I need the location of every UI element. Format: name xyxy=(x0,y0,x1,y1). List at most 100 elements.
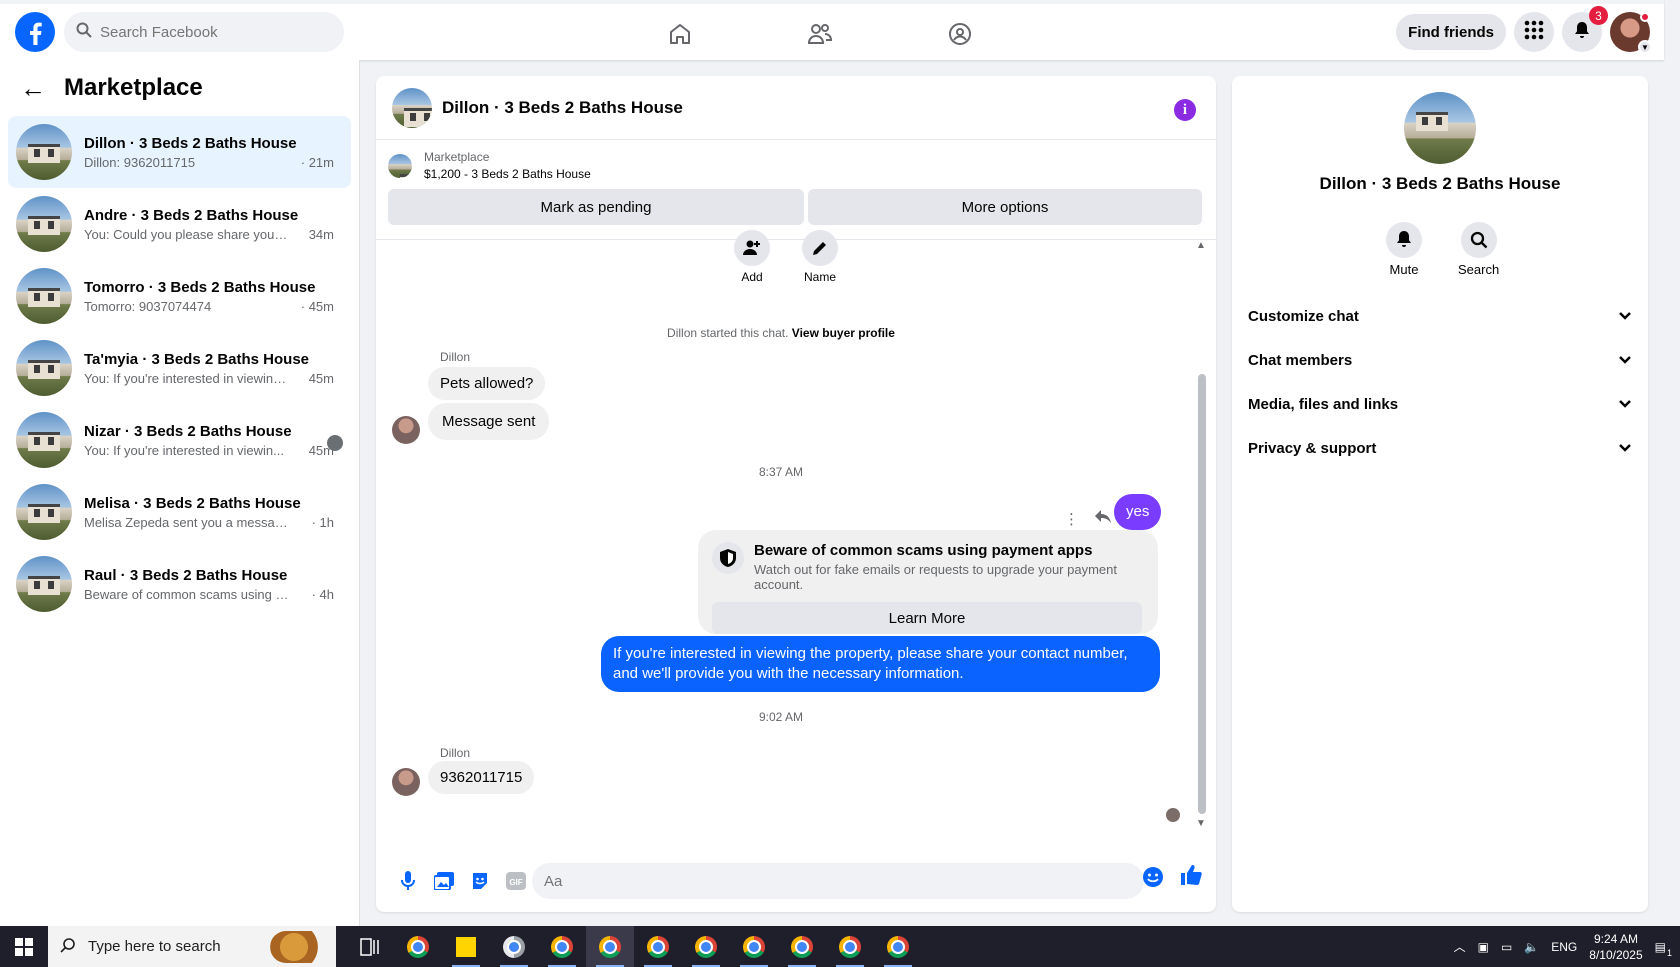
message-input[interactable] xyxy=(532,863,1144,899)
reply-icon[interactable] xyxy=(1095,510,1111,528)
sender-name: Dillon xyxy=(440,350,471,364)
listing-price-title[interactable]: $1,200 - 3 Beds 2 Baths House xyxy=(424,167,591,181)
photo-icon[interactable] xyxy=(426,863,462,899)
conversation-item[interactable]: Ta'myia · 3 Beds 2 Baths House You: If yo… xyxy=(8,332,351,404)
conversation-item[interactable]: Dillon · 3 Beds 2 Baths House Dillon: 936… xyxy=(8,116,351,188)
search-chat-button[interactable]: Search xyxy=(1458,222,1499,277)
sticky-notes-taskbar-icon[interactable] xyxy=(442,926,490,967)
search-icon xyxy=(76,22,92,43)
conversation-item[interactable]: Tomorro · 3 Beds 2 Baths House Tomorro: 9… xyxy=(8,260,351,332)
volume-icon[interactable]: 🔈 xyxy=(1524,940,1539,954)
windows-start-icon[interactable] xyxy=(0,926,48,967)
search-input[interactable] xyxy=(100,23,320,41)
chrome-profile-taskbar-icon[interactable] xyxy=(538,926,586,967)
scroll-up-arrow-icon[interactable]: ▲ xyxy=(1196,240,1206,251)
incoming-message[interactable]: Message sent xyxy=(428,403,550,440)
more-options-button[interactable]: More options xyxy=(808,189,1202,225)
edit-name-button[interactable]: Name xyxy=(802,230,838,284)
bell-icon xyxy=(1386,222,1422,258)
outgoing-message[interactable]: yes xyxy=(1114,494,1162,530)
show-hidden-icons-chevron-icon[interactable]: ︿ xyxy=(1454,938,1466,955)
shield-icon xyxy=(712,542,744,574)
info-menu-item[interactable]: Media, files and links xyxy=(1232,382,1648,426)
info-menu-label: Chat members xyxy=(1248,351,1353,369)
task-view-icon[interactable] xyxy=(346,926,394,967)
facebook-logo-icon[interactable] xyxy=(15,12,55,52)
clock-time: 9:24 AM xyxy=(1593,931,1638,946)
notifications-button[interactable]: 3 xyxy=(1562,6,1608,52)
listing-thumbnail[interactable] xyxy=(392,87,432,128)
microphone-icon[interactable] xyxy=(390,863,426,899)
app-taskbar-icon[interactable] xyxy=(490,926,538,967)
taskbar-clock[interactable]: 9:24 AM 8/10/2025 xyxy=(1589,931,1642,963)
conversation-item[interactable]: Raul · 3 Beds 2 Baths House Beware of com… xyxy=(8,548,351,620)
chrome-profile-taskbar-icon[interactable] xyxy=(826,926,874,967)
chrome-active-taskbar-icon[interactable] xyxy=(586,926,634,967)
emoji-icon[interactable] xyxy=(1142,866,1164,893)
friends-icon[interactable] xyxy=(796,14,844,54)
search-label: Search xyxy=(1458,262,1500,277)
info-menu-item[interactable]: Privacy & support xyxy=(1232,426,1648,470)
chrome-icon xyxy=(551,935,573,958)
scroll-thumb[interactable] xyxy=(1198,374,1206,814)
chevron-down-icon xyxy=(1618,396,1632,412)
info-menu-item[interactable]: Chat members xyxy=(1232,338,1648,382)
listing-source: Marketplace xyxy=(424,150,490,164)
taskbar-search-box[interactable]: Type here to search xyxy=(48,926,336,967)
profile-avatar[interactable]: ▼ xyxy=(1610,12,1652,54)
sender-avatar[interactable] xyxy=(392,416,420,444)
chevron-down-icon xyxy=(1618,440,1632,456)
system-tray: ︿ ▣ ▭ 🔈 ENG 9:24 AM 8/10/2025 ▤ 1 xyxy=(1454,926,1680,967)
chrome-profile-taskbar-icon[interactable] xyxy=(778,926,826,967)
conversation-avatar xyxy=(16,268,72,324)
sender-avatar[interactable] xyxy=(392,768,420,796)
gif-icon[interactable]: GIF xyxy=(498,863,534,899)
outgoing-message[interactable]: If you're interested in viewing the prop… xyxy=(601,636,1160,692)
menu-grid-button[interactable] xyxy=(1514,12,1554,52)
conversation-time: · 1h xyxy=(311,514,334,530)
network-icon[interactable]: ▭ xyxy=(1501,940,1512,954)
sticker-icon[interactable] xyxy=(462,863,498,899)
chrome-profile-taskbar-icon[interactable] xyxy=(730,926,778,967)
search-bar[interactable] xyxy=(64,12,344,52)
conversation-preview: Tomorro: 9037074474 xyxy=(84,298,212,314)
mute-button[interactable]: Mute xyxy=(1386,222,1422,277)
add-people-button[interactable]: Add xyxy=(734,230,770,284)
scroll-down-arrow-icon[interactable]: ▼ xyxy=(1196,818,1206,829)
conversation-preview: Beware of common scams using pay... xyxy=(84,586,289,602)
conversation-item[interactable]: Melisa · 3 Beds 2 Baths House Melisa Zepe… xyxy=(8,476,351,548)
search-icon xyxy=(1460,222,1497,258)
chrome-icon xyxy=(647,935,669,958)
chrome-profile-taskbar-icon[interactable] xyxy=(634,926,682,967)
info-menu-item[interactable]: Customize chat xyxy=(1232,294,1648,338)
chrome-icon xyxy=(599,935,621,958)
chrome-icon xyxy=(407,935,429,958)
info-icon[interactable]: i xyxy=(1174,99,1196,121)
groups-icon[interactable] xyxy=(936,14,984,54)
chat-title[interactable]: Dillon · 3 Beds 2 Baths House xyxy=(442,98,683,118)
chrome-taskbar-icon[interactable] xyxy=(394,926,442,967)
more-actions-icon[interactable]: ⋮ xyxy=(1064,510,1079,528)
learn-more-button[interactable]: Learn More xyxy=(712,602,1142,634)
home-icon[interactable] xyxy=(656,14,704,54)
device-icon[interactable]: ▣ xyxy=(1478,940,1489,954)
incoming-message[interactable]: 9362011715 xyxy=(428,761,535,794)
action-center-icon[interactable]: ▤ 1 xyxy=(1655,940,1672,958)
conversation-item[interactable]: Andre · 3 Beds 2 Baths House You: Could y… xyxy=(8,188,351,260)
chrome-profile-taskbar-icon[interactable] xyxy=(874,926,922,967)
listing-avatar[interactable] xyxy=(1404,92,1476,164)
started-text: Dillon started this chat. xyxy=(667,326,789,340)
message-scrollbar[interactable]: ▲ ▼ xyxy=(1196,240,1206,830)
thumbs-up-icon[interactable] xyxy=(1180,864,1202,891)
incoming-message[interactable]: Pets allowed? xyxy=(428,367,546,400)
back-arrow-icon[interactable]: ← xyxy=(20,73,46,104)
conversation-item[interactable]: Nizar · 3 Beds 2 Baths House You: If you'… xyxy=(8,404,351,476)
listing-small-thumbnail[interactable] xyxy=(388,153,412,178)
conversation-time: · 21m xyxy=(300,154,334,170)
language-indicator[interactable]: ENG xyxy=(1551,940,1577,954)
find-friends-button[interactable]: Find friends xyxy=(1396,14,1506,50)
chrome-profile-taskbar-icon[interactable] xyxy=(682,926,730,967)
view-buyer-profile-link[interactable]: View buyer profile xyxy=(792,326,895,340)
mark-as-pending-button[interactable]: Mark as pending xyxy=(388,189,804,225)
conversation-title: Ta'myia · 3 Beds 2 Baths House xyxy=(84,350,310,368)
